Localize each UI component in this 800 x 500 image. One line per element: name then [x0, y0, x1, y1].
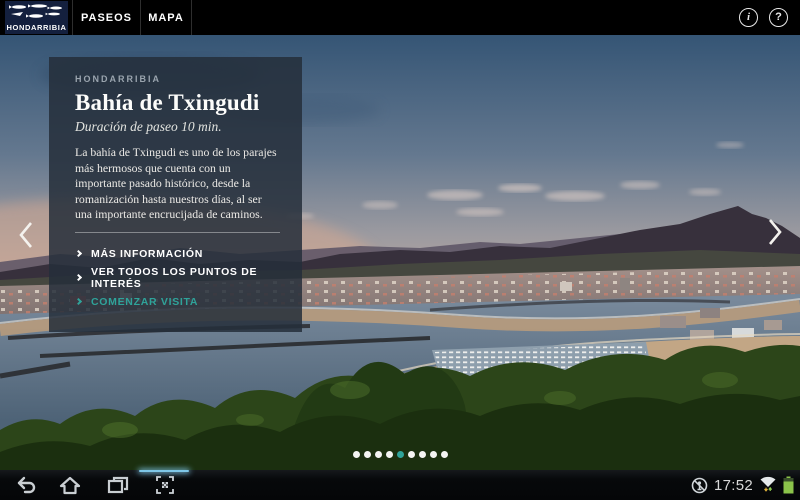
clock: 17:52	[713, 476, 753, 494]
chevron-left-icon	[19, 222, 32, 248]
wifi-icon	[760, 476, 776, 492]
description: La bahía de Txingudi es uno de los paraj…	[75, 145, 277, 221]
carousel-dot[interactable]	[429, 451, 437, 458]
carousel-dot[interactable]	[418, 451, 426, 458]
screen-capture-button[interactable]	[150, 470, 180, 500]
back-icon	[17, 476, 36, 494]
do-not-disturb-icon	[691, 477, 708, 493]
prev-arrow[interactable]	[13, 215, 39, 255]
chevron-right-icon	[74, 273, 83, 282]
fish-logo-icon	[9, 4, 62, 18]
recent-apps-button[interactable]	[103, 470, 133, 500]
next-arrow[interactable]	[762, 212, 788, 252]
screen-capture-icon	[156, 476, 174, 494]
carousel-dot[interactable]	[407, 451, 415, 458]
carousel-dot[interactable]	[440, 451, 448, 458]
more-info-link[interactable]: MÁS INFORMACIÓN	[74, 242, 280, 266]
divider	[75, 231, 280, 233]
battery-icon	[783, 476, 794, 494]
back-button[interactable]	[12, 470, 42, 500]
status-cluster[interactable]: 17:52	[691, 470, 794, 500]
home-icon	[59, 476, 81, 494]
help-button[interactable]: ?	[769, 8, 788, 27]
tab-paseos[interactable]: PASEOS	[72, 0, 140, 35]
tab-mapa[interactable]: MAPA	[140, 0, 192, 35]
home-button[interactable]	[55, 470, 85, 500]
app-bar: HONDARRIBIA PASEOS MAPA i ?	[0, 0, 800, 35]
chevron-right-icon	[769, 219, 782, 245]
carousel-dot[interactable]	[363, 451, 371, 458]
page-title: Bahía de Txingudi	[75, 90, 260, 115]
carousel-dot[interactable]	[385, 451, 393, 458]
screen: HONDARRIBIA PASEOS MAPA i ? HONDARRIBIA …	[0, 0, 800, 500]
chevron-right-icon	[74, 249, 83, 258]
help-icon: ?	[775, 11, 782, 23]
carousel-dot[interactable]	[374, 451, 382, 458]
start-visit-link[interactable]: COMENZAR VISITA	[74, 290, 280, 314]
card-eyebrow: HONDARRIBIA	[75, 74, 161, 84]
all-points-of-interest-link[interactable]: VER TODOS LOS PUNTOS DE INTERÉS	[74, 266, 280, 290]
app-bar-actions: i ?	[739, 0, 788, 35]
logo-text: HONDARRIBIA	[6, 23, 67, 32]
chevron-right-icon	[74, 297, 83, 306]
info-button[interactable]: i	[739, 8, 758, 27]
recents-icon	[107, 476, 129, 493]
carousel-dot[interactable]	[352, 451, 360, 458]
info-icon: i	[746, 11, 751, 23]
walk-duration: Duración de paseo 10 min.	[75, 119, 222, 134]
carousel-dot-active[interactable]	[396, 451, 404, 458]
poi-card: HONDARRIBIA Bahía de Txingudi Duración d…	[49, 57, 302, 332]
android-nav-bar: 17:52	[0, 470, 800, 500]
app-logo[interactable]: HONDARRIBIA	[5, 1, 68, 34]
tab-bar: PASEOS MAPA	[72, 0, 192, 35]
carousel-dots	[0, 451, 800, 458]
